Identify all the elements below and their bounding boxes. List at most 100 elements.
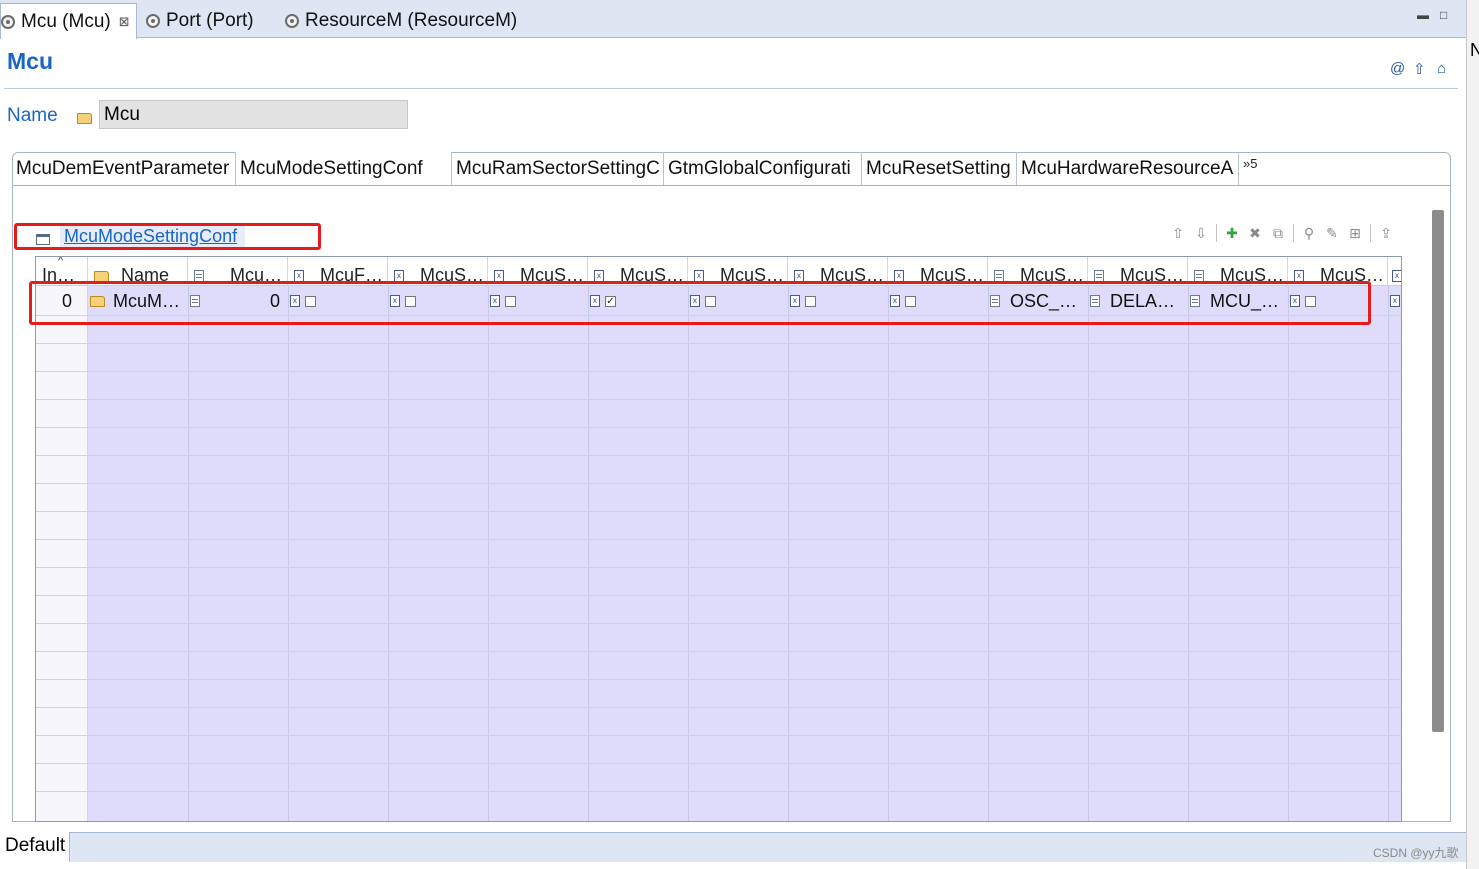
row-checkbox-cell[interactable]: x: [288, 287, 388, 315]
tab-gtmglobalconfiguration[interactable]: GtmGlobalConfigurati: [664, 152, 862, 186]
row-checkbox-cell[interactable]: x ✓: [588, 287, 688, 315]
tab-mcudemeventparameter[interactable]: McuDemEventParameter: [12, 152, 236, 186]
more-tabs-button[interactable]: »5: [1243, 156, 1257, 171]
row-name-cell[interactable]: McuM…: [88, 287, 188, 315]
folder-icon: [90, 295, 105, 307]
column-header-index[interactable]: ^ In…: [36, 257, 88, 286]
grid-line: [36, 791, 1401, 792]
row-text-cell[interactable]: OSC_…: [988, 287, 1088, 315]
name-field[interactable]: Mcu: [99, 100, 408, 129]
editor-tab-resourcem[interactable]: ResourceM (ResourceM): [285, 4, 517, 38]
grid-line: [36, 315, 1401, 316]
watermark: CSDN @yy九歌: [1373, 846, 1459, 860]
add-icon[interactable]: ✚: [1224, 225, 1240, 242]
column-header-mcu[interactable]: Mcu…: [188, 257, 288, 286]
boolean-icon: x: [1390, 295, 1400, 307]
grid-line: [36, 567, 1401, 568]
up-arrow-icon[interactable]: ⇧: [1413, 60, 1426, 78]
copy-icon[interactable]: ⧉: [1270, 225, 1286, 242]
row-text-cell[interactable]: DELA…: [1088, 287, 1188, 315]
column-header[interactable]: x McuS…: [588, 257, 688, 286]
row-mcu-cell[interactable]: 0: [188, 287, 288, 315]
row-checkbox-cell[interactable]: x: [888, 287, 988, 315]
boolean-icon: x: [894, 270, 904, 282]
toolbar-separator: [1216, 224, 1217, 242]
row-checkbox-cell[interactable]: x: [1288, 287, 1388, 315]
column-header[interactable]: x McuS…: [1288, 257, 1388, 286]
column-header[interactable]: McuS…: [988, 257, 1088, 286]
config-table[interactable]: ^ In… Name Mcu… x McuF… x McuS… x McuS… …: [35, 256, 1402, 822]
grid-line: [1188, 286, 1189, 821]
row-checkbox-cell[interactable]: x: [388, 287, 488, 315]
boolean-icon: x: [690, 295, 700, 307]
vertical-scrollbar[interactable]: [1432, 210, 1444, 732]
editor-tab-mcu[interactable]: Mcu (Mcu) ⊠: [0, 3, 137, 39]
grid-line: [488, 286, 489, 821]
column-header[interactable]: x McuS…: [788, 257, 888, 286]
column-header[interactable]: x McuS…: [888, 257, 988, 286]
sort-icon: ^: [58, 257, 64, 267]
boolean-icon: x: [1294, 270, 1304, 282]
edit-icon[interactable]: ✎: [1324, 225, 1340, 242]
column-header[interactable]: x McuS…: [488, 257, 588, 286]
editor-tab-label: ResourceM (ResourceM): [305, 10, 518, 31]
tab-mcuhardwareresource[interactable]: McuHardwareResourceA: [1017, 152, 1239, 186]
adjacent-panel-edge: [1466, 0, 1479, 869]
row-checkbox-cell[interactable]: x: [688, 287, 788, 315]
move-down-icon[interactable]: ⇩: [1193, 225, 1209, 242]
checkbox[interactable]: [405, 295, 416, 307]
minimize-icon[interactable]: ▬: [1417, 8, 1429, 22]
grid-icon[interactable]: ⊞: [1347, 225, 1363, 242]
checkbox[interactable]: [805, 295, 816, 307]
column-header-overflow[interactable]: x: [1388, 257, 1401, 286]
tab-mcuresetsetting[interactable]: McuResetSetting: [862, 152, 1017, 186]
column-header[interactable]: x McuF…: [288, 257, 388, 286]
export-icon[interactable]: ⇪: [1378, 225, 1394, 242]
boolean-icon: x: [494, 270, 504, 282]
checkbox[interactable]: [705, 295, 716, 307]
column-header-name[interactable]: Name: [88, 257, 188, 286]
delete-icon[interactable]: ✖: [1247, 225, 1263, 242]
row-checkbox-cell[interactable]: x: [788, 287, 888, 315]
find-icon[interactable]: ⚲: [1301, 225, 1317, 242]
page-title: Mcu: [7, 48, 53, 74]
checkbox[interactable]: [505, 295, 516, 307]
table-icon: [36, 234, 50, 245]
column-header[interactable]: McuS…: [1088, 257, 1188, 286]
row-text-cell[interactable]: MCU_…: [1188, 287, 1288, 315]
grid-line: [388, 286, 389, 821]
column-header[interactable]: x McuS…: [688, 257, 788, 286]
grid-line: [36, 623, 1401, 624]
close-icon[interactable]: ⊠: [119, 14, 130, 30]
boolean-icon: x: [790, 295, 800, 307]
grid-line: [288, 286, 289, 821]
maximize-icon[interactable]: □: [1440, 8, 1447, 22]
boolean-icon: x: [794, 270, 804, 282]
document-icon: [190, 295, 200, 307]
grid-line: [36, 343, 1401, 344]
boolean-icon: x: [594, 270, 604, 282]
grid-line: [36, 707, 1401, 708]
home-icon[interactable]: ⌂: [1437, 60, 1446, 77]
tab-mcuramsectorsetting[interactable]: McuRamSectorSettingC: [452, 152, 664, 186]
tab-mcumodesettingconf[interactable]: McuModeSettingConf: [236, 152, 452, 186]
column-header[interactable]: McuS…: [1188, 257, 1288, 286]
grid-line: [36, 763, 1401, 764]
row-overflow-cell[interactable]: x: [1388, 287, 1401, 315]
checkbox[interactable]: ✓: [605, 295, 616, 307]
row-checkbox-cell[interactable]: x: [488, 287, 588, 315]
checkbox[interactable]: [305, 295, 316, 307]
checkbox[interactable]: [905, 295, 916, 307]
boolean-icon: x: [590, 295, 600, 307]
move-up-icon[interactable]: ⇧: [1170, 225, 1186, 242]
section-title[interactable]: McuModeSettingConf: [36, 226, 246, 247]
editor-tab-label: Mcu (Mcu): [21, 10, 111, 32]
editor-tab-port[interactable]: Port (Port): [146, 4, 254, 38]
document-icon: [1090, 295, 1100, 307]
column-header[interactable]: x McuS…: [388, 257, 488, 286]
boolean-icon: x: [490, 295, 500, 307]
checkbox[interactable]: [1305, 295, 1316, 307]
at-icon[interactable]: @: [1390, 60, 1405, 77]
grid-line: [688, 286, 689, 821]
tab-default[interactable]: Default: [0, 832, 70, 862]
